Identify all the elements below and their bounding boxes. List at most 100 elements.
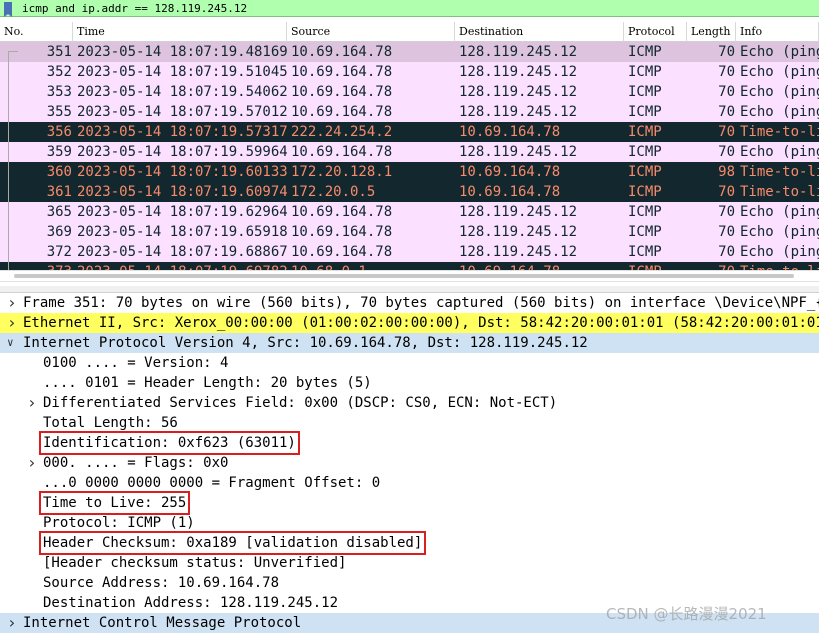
detail-tree-item[interactable]: › 000. .... = Flags: 0x0 — [0, 453, 819, 473]
packet-len-cell: 70 — [718, 64, 735, 80]
packet-info-cell: Echo (ping — [740, 64, 819, 80]
packet-proto-cell: ICMP — [628, 64, 662, 80]
packet-dst-cell: 128.119.245.12 — [459, 244, 578, 260]
chevron-right-icon[interactable]: › — [7, 293, 17, 313]
packet-time-cell: 2023-05-14 18:07:19.481699 — [77, 44, 287, 60]
detail-tree-item[interactable]: Identification: 0xf623 (63011) — [0, 431, 819, 455]
packet-proto-cell: ICMP — [628, 262, 688, 270]
display-filter-input[interactable]: icmp and ip.addr == 128.119.245.12 — [22, 1, 247, 16]
packet-src-cell: 10.69.164.78 — [291, 244, 393, 260]
column-header-protocol[interactable]: Protocol — [624, 22, 687, 42]
packet-row[interactable]: 352 2023-05-14 18:07:19.510454 10.69.164.7… — [0, 62, 819, 82]
packet-time-cell: 2023-05-14 18:07:19.659188 — [77, 224, 287, 240]
packet-no-cell: 355 — [46, 104, 72, 120]
detail-tree-item[interactable]: › Ethernet II, Src: Xerox_00:00:00 (01:00… — [0, 313, 819, 333]
packet-info-cell: Echo (ping — [740, 84, 819, 100]
column-header-no[interactable]: No. — [0, 22, 73, 42]
packet-src-cell: 172.20.0.5 — [291, 184, 376, 200]
column-header-source[interactable]: Source — [287, 22, 455, 42]
detail-tree-item[interactable]: Protocol: ICMP (1) — [0, 513, 819, 533]
chevron-right-icon[interactable]: › — [27, 393, 37, 413]
packet-len-cell: 70 — [718, 224, 735, 240]
column-header-length[interactable]: Length — [687, 22, 736, 42]
packet-no-cell: 373 — [0, 262, 72, 270]
detail-tree-item[interactable]: Total Length: 56 — [0, 413, 819, 433]
packet-len-cell: 70 — [718, 104, 735, 120]
detail-tree-item[interactable]: › Differentiated Services Field: 0x00 (DS… — [0, 393, 819, 413]
detail-item-label: Internet Protocol Version 4, Src: 10.69.… — [23, 335, 588, 351]
watermark: CSDN @长路漫漫2021 — [606, 605, 767, 623]
packet-len-cell: 70 — [718, 204, 735, 220]
detail-tree-item[interactable]: ...0 0000 0000 0000 = Fragment Offset: 0 — [0, 473, 819, 493]
packet-proto-cell: ICMP — [628, 144, 662, 160]
horizontal-scrollbar[interactable] — [0, 270, 819, 282]
packet-info-cell: Echo (ping — [740, 244, 819, 260]
packet-row[interactable]: 351 2023-05-14 18:07:19.481699 10.69.164.7… — [0, 42, 819, 62]
chevron-right-icon[interactable]: › — [7, 313, 17, 333]
packet-details-pane[interactable]: › Frame 351: 70 bytes on wire (560 bits),… — [0, 293, 819, 633]
packet-no-cell: 369 — [46, 224, 72, 240]
packet-proto-cell: ICMP — [628, 104, 662, 120]
packet-list[interactable]: 351 2023-05-14 18:07:19.481699 10.69.164.7… — [0, 42, 819, 270]
packet-row[interactable]: 365 2023-05-14 18:07:19.629640 10.69.164.7… — [0, 202, 819, 222]
detail-tree-item[interactable]: Source Address: 10.69.164.78 — [0, 573, 819, 593]
packet-row[interactable]: 355 2023-05-14 18:07:19.570121 10.69.164.7… — [0, 102, 819, 122]
column-header-info[interactable]: Info — [736, 22, 819, 42]
packet-row[interactable]: 353 2023-05-14 18:07:19.540629 10.69.164.7… — [0, 82, 819, 102]
bookmark-icon[interactable] — [4, 2, 12, 17]
packet-dst-cell: 128.119.245.12 — [459, 204, 578, 220]
packet-src-cell: 222.24.254.2 — [291, 124, 393, 140]
packet-info-cell: Time-to-li — [740, 124, 819, 140]
packet-dst-cell: 128.119.245.12 — [459, 64, 578, 80]
detail-tree-item[interactable]: [Header checksum status: Unverified] — [0, 553, 819, 573]
chevron-down-icon[interactable]: ∨ — [7, 333, 14, 353]
packet-time-cell: 2023-05-14 18:07:19.599641 — [77, 144, 287, 160]
display-filter-bar[interactable]: icmp and ip.addr == 128.119.245.12 — [0, 0, 819, 17]
packet-row[interactable]: 369 2023-05-14 18:07:19.659188 10.69.164.7… — [0, 222, 819, 242]
detail-item-label: [Header checksum status: Unverified] — [43, 555, 347, 571]
packet-dst-cell: 128.119.245.12 — [459, 104, 578, 120]
chevron-right-icon[interactable]: › — [7, 613, 17, 633]
column-header-time[interactable]: Time — [73, 22, 287, 42]
detail-item-label: Destination Address: 128.119.245.12 — [43, 595, 339, 611]
packet-row[interactable]: 360 2023-05-14 18:07:19.601339 172.20.128.… — [0, 162, 819, 182]
detail-item-label: Internet Control Message Protocol — [23, 615, 302, 631]
detail-item-label: .... 0101 = Header Length: 20 bytes (5) — [43, 375, 372, 391]
packet-time-cell: 2023-05-14 18:07:19.697827 — [77, 262, 287, 270]
packet-row[interactable]: 372 2023-05-14 18:07:19.688679 10.69.164.7… — [0, 242, 819, 262]
scrollbar-thumb[interactable] — [14, 274, 794, 278]
packet-row[interactable]: 361 2023-05-14 18:07:19.609749 172.20.0.5 1… — [0, 182, 819, 202]
pane-splitter[interactable] — [0, 286, 819, 293]
packet-proto-cell: ICMP — [628, 44, 662, 60]
packet-no-cell: 352 — [46, 64, 72, 80]
related-packet-line — [8, 52, 9, 270]
packet-len-cell: 70 — [718, 84, 735, 100]
packet-row[interactable]: 373 2023-05-14 18:07:19.697827 10.68.0.110… — [0, 262, 819, 270]
packet-time-cell: 2023-05-14 18:07:19.629640 — [77, 204, 287, 220]
packet-len-cell: 98 — [718, 164, 735, 180]
detail-item-label: 0100 .... = Version: 4 — [43, 355, 229, 371]
detail-tree-item[interactable]: .... 0101 = Header Length: 20 bytes (5) — [0, 373, 819, 393]
detail-tree-item[interactable]: 0100 .... = Version: 4 — [0, 353, 819, 373]
column-header-destination[interactable]: Destination — [455, 22, 624, 42]
packet-time-cell: 2023-05-14 18:07:19.688679 — [77, 244, 287, 260]
detail-tree-item[interactable]: Header Checksum: 0xa189 [validation disa… — [0, 531, 819, 555]
detail-item-label: ...0 0000 0000 0000 = Fragment Offset: 0 — [43, 475, 381, 491]
packet-no-cell: 359 — [46, 144, 72, 160]
packet-proto-cell: ICMP — [628, 204, 662, 220]
packet-len-cell: 70 — [718, 124, 735, 140]
packet-row[interactable]: 359 2023-05-14 18:07:19.599641 10.69.164.7… — [0, 142, 819, 162]
packet-no-cell: 351 — [46, 44, 72, 60]
packet-proto-cell: ICMP — [628, 184, 662, 200]
packet-row[interactable]: 356 2023-05-14 18:07:19.573171 222.24.254.… — [0, 122, 819, 142]
detail-tree-item[interactable]: Time to Live: 255 — [0, 491, 819, 515]
packet-len-cell: 70 — [718, 244, 735, 260]
packet-dst-cell: 10.69.164.78 — [459, 124, 561, 140]
detail-tree-item[interactable]: › Frame 351: 70 bytes on wire (560 bits),… — [0, 293, 819, 313]
packet-info-cell: Time-to-li — [740, 164, 819, 180]
packet-src-cell: 10.69.164.78 — [291, 104, 393, 120]
packet-len-cell: 70 — [718, 184, 735, 200]
detail-tree-item[interactable]: ∨ Internet Protocol Version 4, Src: 10.69… — [0, 333, 819, 353]
packet-proto-cell: ICMP — [628, 84, 662, 100]
chevron-right-icon[interactable]: › — [27, 453, 37, 473]
